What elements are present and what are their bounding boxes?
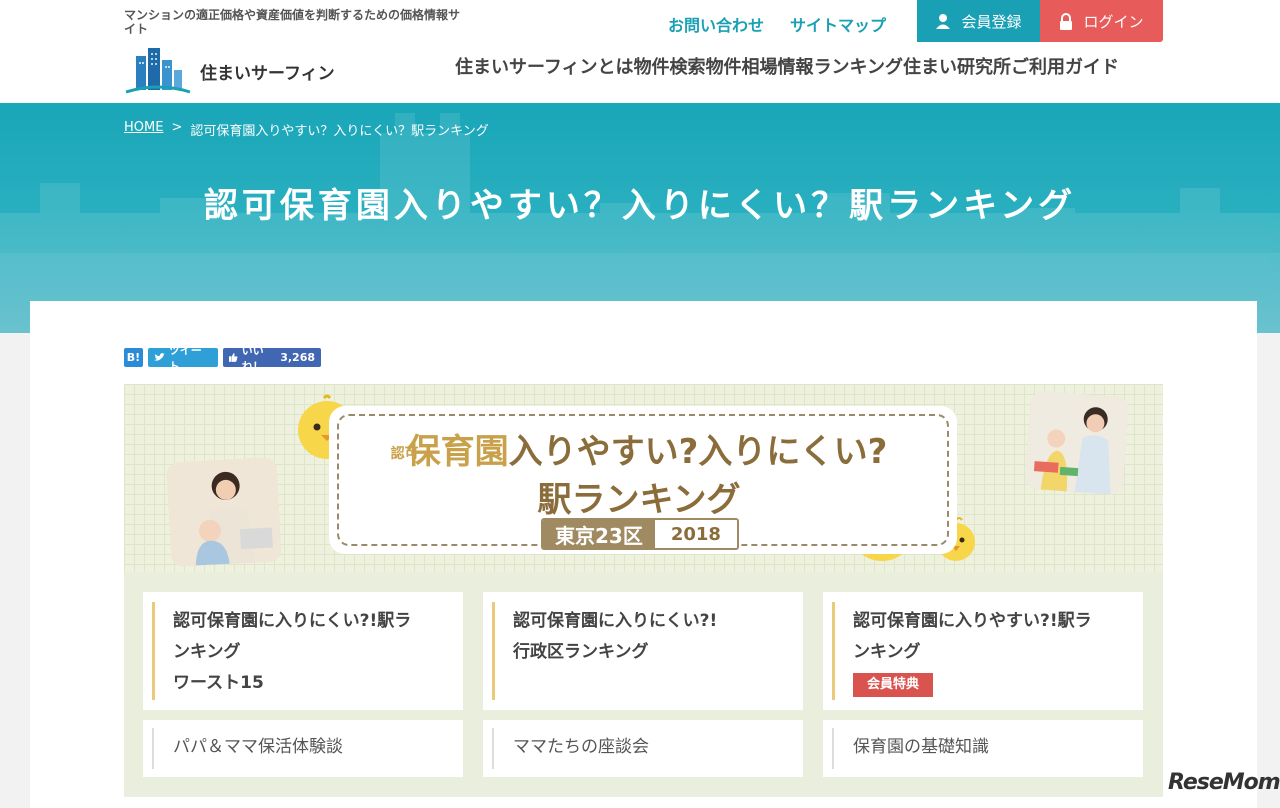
sub-item-1-label: パパ＆ママ保活体験談 [173, 737, 343, 757]
site-logo[interactable]: 住まいサーフィン [124, 46, 335, 94]
nav-ranking[interactable]: ランキング [814, 53, 903, 79]
item-1-line3: ワースト15 [173, 673, 264, 693]
contact-link[interactable]: お問い合わせ [668, 12, 764, 36]
main-nav: 住まいサーフィンとは 物件検索 物件相場情報 ランキング 住まい研究所 ご利用ガ… [455, 53, 1119, 79]
user-icon [936, 14, 951, 29]
lock-icon [1060, 12, 1073, 30]
item-1-line2: ンキング [173, 642, 241, 662]
member-benefit-badge: 会員特典 [853, 673, 934, 697]
banner-title-line1: 認可保育園入りやすい?入りにくい? [359, 424, 919, 473]
tweet-label: ツイート [168, 343, 202, 373]
nav-search[interactable]: 物件検索 [634, 53, 706, 79]
item-1-line1: 認可保育園に入りにくい?!駅ラ [173, 611, 412, 631]
banner-area: 東京23区 [543, 520, 655, 548]
logo-text: 住まいサーフィン [200, 64, 335, 84]
site-tagline: マンションの適正価格や資産価値を判断するための価格情報サイト [124, 8, 461, 36]
tweet-button[interactable]: ツイート [148, 344, 218, 373]
nav-lab[interactable]: 住まい研究所 [903, 53, 1011, 79]
breadcrumb: HOME > 認可保育園入りやすい？入りにくい？駅ランキング [124, 120, 489, 139]
facebook-like-button[interactable]: いいね！ 3,268 [223, 344, 321, 373]
ranking-link-hard-stations[interactable]: 認可保育園に入りにくい?!駅ラ ンキング ワースト15 [143, 592, 463, 710]
banner-year: 2018 [654, 520, 737, 548]
item-2-line2: 行政区ランキング [513, 642, 649, 662]
like-label: いいね！ [241, 343, 264, 373]
ranking-links: 認可保育園に入りにくい?!駅ラ ンキング ワースト15 認可保育園に入りにくい?… [124, 572, 1163, 797]
banner-title-box: 認可保育園入りやすい?入りにくい? 駅ランキング 東京23区 2018 [329, 406, 957, 554]
hero-banner: HOME > 認可保育園入りやすい？入りにくい？駅ランキング 認可保育園入りやす… [0, 103, 1280, 333]
building-logo-icon [125, 48, 191, 94]
banner-title-line2: 駅ランキング [537, 480, 741, 520]
ranking-banner[interactable]: 認可保育園入りやすい?入りにくい? 駅ランキング 東京23区 2018 [124, 384, 1163, 572]
banner-area-tag: 東京23区 2018 [541, 518, 739, 550]
site-header: マンションの適正価格や資産価値を判断するための価格情報サイト 住まいサーフィン … [0, 0, 1280, 103]
item-3-line2: ンキング [853, 642, 921, 662]
breadcrumb-separator: > [171, 120, 183, 135]
breadcrumb-current: 認可保育園入りやすい？入りにくい？駅ランキング [190, 124, 489, 139]
sitemap-link[interactable]: サイトマップ [790, 12, 886, 36]
breadcrumb-home-link[interactable]: HOME [124, 120, 163, 139]
social-buttons: B! ツイート いいね！ 3,268 [124, 344, 321, 373]
link-mothers-roundtable[interactable]: ママたちの座談会 [483, 720, 803, 777]
resemom-watermark: ReseMom [1168, 770, 1280, 795]
child-playing-photo [1024, 390, 1130, 496]
nav-guide[interactable]: ご利用ガイド [1011, 53, 1119, 79]
login-label: ログイン [1083, 12, 1144, 31]
item-2-line1: 認可保育園に入りにくい?! [513, 611, 718, 631]
ranking-link-easy-stations[interactable]: 認可保育園に入りやすい?!駅ラ ンキング 会員特典 [823, 592, 1143, 710]
nav-about[interactable]: 住まいサーフィンとは [455, 53, 634, 79]
banner-line1-rest: 入りやすい?入りにくい? [508, 432, 888, 472]
page-title: 認可保育園入りやすい？入りにくい？駅ランキング [203, 186, 1077, 226]
link-parent-experiences[interactable]: パパ＆ママ保活体験談 [143, 720, 463, 777]
sub-item-2-label: ママたちの座談会 [513, 737, 649, 757]
thumbs-up-icon [229, 353, 238, 362]
item-3-line1: 認可保育園に入りやすい?!駅ラ [853, 611, 1092, 631]
banner-gold-text: 保育園 [406, 432, 509, 472]
top-links: お問い合わせ サイトマップ [668, 12, 886, 36]
banner-prefix: 認可 [390, 445, 419, 462]
ranking-link-hard-wards[interactable]: 認可保育園に入りにくい?! 行政区ランキング [483, 592, 803, 710]
login-button[interactable]: ログイン [1040, 0, 1163, 42]
twitter-bird-icon [154, 353, 165, 361]
ranking-panel: 認可保育園入りやすい?入りにくい? 駅ランキング 東京23区 2018 認可保育… [124, 384, 1163, 797]
sub-item-3-label: 保育園の基礎知識 [853, 737, 989, 757]
hatena-bookmark-button[interactable]: B! [124, 348, 143, 367]
like-count: 3,268 [280, 351, 315, 364]
register-label: 会員登録 [961, 12, 1022, 31]
register-button[interactable]: 会員登録 [917, 0, 1040, 42]
link-nursery-basics[interactable]: 保育園の基礎知識 [823, 720, 1143, 777]
nav-market[interactable]: 物件相場情報 [706, 53, 814, 79]
mother-baby-photo [166, 457, 282, 567]
